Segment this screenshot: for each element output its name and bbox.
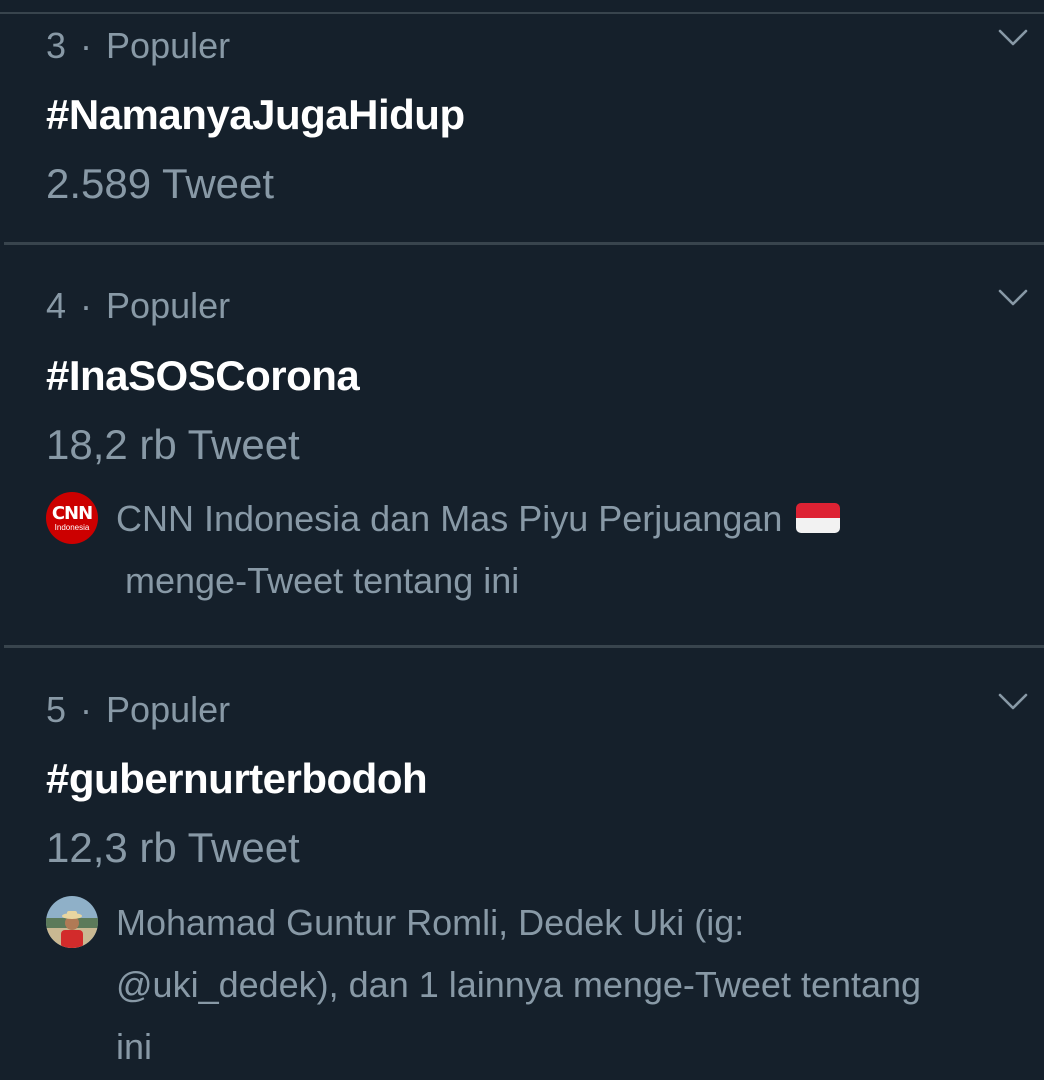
trend-rank: 3 — [46, 25, 67, 66]
cnn-logo-subtext: Indonesia — [54, 522, 90, 532]
indonesia-flag-icon — [796, 503, 841, 534]
trend-category: Populer — [106, 285, 231, 326]
trend-item[interactable]: 3 · Populer #NamanyaJugaHidup 2.589 Tweet — [0, 14, 1044, 242]
trend-meta: 3 · Populer — [46, 26, 230, 66]
trend-rank: 5 — [46, 689, 67, 730]
trend-item[interactable]: 4 · Populer #InaSOSCorona 18,2 rb Tweet CN… — [0, 244, 1044, 646]
context-line-2: @uki_dedek), dan 1 lainnya menge-Tweet t… — [116, 964, 922, 1005]
trend-separator: · — [80, 25, 93, 66]
trend-item[interactable]: 5 · Populer #gubernurterbodoh 12,3 rb Twee… — [0, 648, 1044, 1080]
trend-context[interactable]: CNN Indonesia CNN Indonesia dan Mas Piyu… — [46, 492, 1026, 612]
trend-hashtag[interactable]: #gubernurterbodoh — [46, 755, 428, 803]
trend-meta: 5 · Populer — [46, 690, 230, 730]
trend-context[interactable]: Mohamad Guntur Romli, Dedek Uki (ig: @uk… — [46, 896, 1026, 1076]
chevron-down-icon[interactable] — [998, 692, 1028, 712]
trend-tweet-count: 12,3 rb Tweet — [46, 824, 300, 871]
chevron-down-icon[interactable] — [998, 288, 1028, 308]
chevron-down-icon[interactable] — [998, 28, 1028, 48]
context-line-3: ini — [116, 1026, 153, 1067]
trend-separator: · — [80, 285, 93, 326]
cnn-logo-text: CNN — [51, 502, 93, 524]
trend-hashtag[interactable]: #InaSOSCorona — [46, 352, 360, 400]
context-line-2: menge-Tweet tentang ini — [125, 560, 520, 601]
trend-category: Populer — [106, 689, 231, 730]
context-line-1: Mohamad Guntur Romli, Dedek Uki (ig: — [116, 902, 745, 943]
trend-tweet-count: 18,2 rb Tweet — [46, 421, 300, 468]
trend-meta: 4 · Populer — [46, 286, 230, 326]
cnn-indonesia-logo: CNN Indonesia — [46, 492, 98, 544]
user-avatar — [46, 896, 98, 948]
context-line-1: CNN Indonesia dan Mas Piyu Perjuangan — [116, 488, 1016, 550]
trend-rank: 4 — [46, 285, 67, 326]
context-names: CNN Indonesia dan Mas Piyu Perjuangan — [116, 498, 783, 539]
trend-separator: · — [80, 689, 93, 730]
trend-hashtag[interactable]: #NamanyaJugaHidup — [46, 91, 465, 139]
user-photo-icon — [46, 896, 98, 948]
trend-tweet-count: 2.589 Tweet — [46, 160, 275, 207]
trend-category: Populer — [106, 25, 231, 66]
